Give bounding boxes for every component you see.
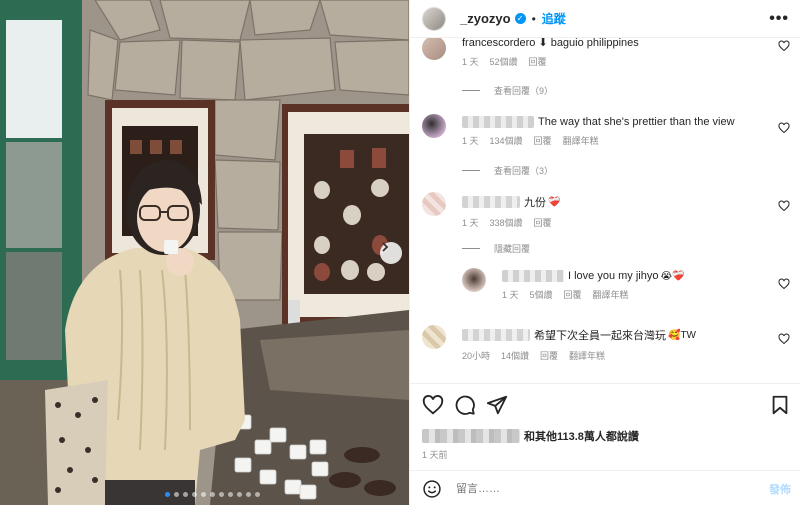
share-paper-plane-icon[interactable] (486, 394, 508, 416)
heart-icon[interactable] (778, 200, 790, 212)
comment-time: 1 天 (502, 290, 519, 300)
comment-meta: 1 天 52個讚 回覆 (462, 55, 768, 68)
comments-list: francescordero ⬇ baguio philippines 1 天 … (410, 38, 800, 383)
commenter-username-blurred[interactable] (462, 116, 534, 128)
likes-summary[interactable]: 和其他113.8萬人都說讚 (422, 428, 639, 444)
carousel-dot (201, 492, 206, 497)
verified-badge-icon: ✓ (514, 13, 526, 24)
comment-text-row: 希望下次全員一起來台灣玩 🥰TW (462, 327, 768, 343)
post-comment-button[interactable]: 發佈 (769, 481, 791, 497)
comment-likes[interactable]: 52個讚 (490, 55, 518, 68)
carousel-dot (219, 492, 224, 497)
comment-emoji: 🥰TW (668, 329, 696, 341)
comment-emoji: ❤️‍🩹 (548, 196, 561, 208)
translate-button[interactable]: 翻譯年糕 (593, 288, 629, 301)
comment-body: francescordero ⬇ baguio philippines 1 天 … (462, 38, 768, 68)
heart-icon[interactable] (778, 278, 790, 290)
heart-icon[interactable] (778, 333, 790, 345)
view-replies-button[interactable]: 查看回覆（3） (462, 164, 553, 177)
commenter-username-blurred[interactable] (502, 270, 564, 282)
commenter-avatar[interactable] (422, 192, 446, 216)
comment-body: The way that she's prettier than the vie… (462, 116, 768, 147)
separator-dot: • (531, 11, 536, 26)
carousel-dot (174, 492, 179, 497)
chevron-right-icon (382, 242, 389, 252)
comment-body: 希望下次全員一起來台灣玩 🥰TW 20小時 14個讚 回覆 翻譯年糕 (462, 327, 768, 362)
comment-time: 1 天 (462, 57, 479, 67)
add-comment-bar: 發佈 (410, 470, 800, 505)
view-replies-button[interactable]: 查看回覆（9） (462, 84, 553, 97)
author-avatar[interactable] (422, 6, 446, 31)
comment-text-row: 九份 ❤️‍🩹 (462, 194, 768, 210)
comment-likes[interactable]: 14個讚 (501, 349, 529, 362)
comment-time: 1 天 (462, 218, 479, 228)
carousel-dot (228, 492, 233, 497)
bookmark-icon[interactable] (769, 394, 791, 416)
hide-replies-button[interactable]: 隱藏回覆 (462, 242, 530, 255)
heart-icon[interactable] (778, 122, 790, 134)
comment-bubble-icon[interactable] (454, 394, 476, 416)
comment-text-row: I love you my jihyo 😭❤️‍🩹 (502, 270, 768, 282)
translate-button[interactable]: 翻譯年糕 (569, 349, 605, 362)
author-username[interactable]: _zyozyo (460, 11, 511, 26)
commenter-avatar[interactable] (462, 268, 486, 292)
follow-button[interactable]: 追蹤 (542, 10, 566, 27)
more-options-icon[interactable]: ••• (769, 10, 789, 28)
emoji-smile-icon[interactable] (422, 479, 442, 499)
comment-text: I love you my jihyo (568, 270, 659, 282)
comment-likes[interactable]: 338個讚 (490, 216, 523, 229)
carousel-dot (210, 492, 215, 497)
commenter-username-blurred[interactable] (462, 329, 530, 341)
reply-button[interactable]: 回覆 (534, 134, 552, 147)
commenter-avatar[interactable] (422, 325, 446, 349)
post-actions: 和其他113.8萬人都說讚 1 天前 發佈 (410, 383, 800, 505)
reply-button[interactable]: 回覆 (534, 216, 552, 229)
carousel-dot (183, 492, 188, 497)
comment-time: 20小時 (462, 351, 491, 361)
reply-button[interactable]: 回覆 (564, 288, 582, 301)
commenter-username-blurred[interactable] (462, 196, 520, 208)
comment-text: The way that she's prettier than the vie… (538, 116, 735, 128)
comment-text-row: The way that she's prettier than the vie… (462, 116, 768, 128)
comment-input[interactable] (456, 482, 736, 495)
post-photo (0, 0, 409, 505)
comment-meta: 1 天 134個讚 回覆 翻譯年糕 (462, 134, 768, 147)
post-date: 1 天前 (422, 450, 448, 460)
carousel-indicator (165, 492, 260, 497)
comment-likes[interactable]: 134個讚 (490, 134, 523, 147)
post-header: _zyozyo ✓ • 追蹤 ••• (410, 0, 800, 38)
like-heart-icon[interactable] (422, 394, 444, 416)
comment-emoji: 😭❤️‍🩹 (660, 270, 685, 282)
comment-meta: 1 天 338個讚 回覆 (462, 216, 768, 229)
carousel-dot (237, 492, 242, 497)
carousel-dot (165, 492, 170, 497)
comment-time: 1 天 (462, 136, 479, 146)
photo-scene (0, 0, 409, 505)
comment-body: 九份 ❤️‍🩹 1 天 338個讚 回覆 (462, 194, 768, 229)
reply-button[interactable]: 回覆 (529, 55, 547, 68)
comment-text: 九份 (524, 197, 546, 209)
commenter-avatar[interactable] (422, 38, 446, 60)
comment-text: 希望下次全員一起來台灣玩 (534, 330, 666, 342)
carousel-dot (192, 492, 197, 497)
comment-body: I love you my jihyo 😭❤️‍🩹 1 天 5個讚 回覆 翻譯年… (502, 270, 768, 301)
comment-likes[interactable]: 5個讚 (530, 288, 553, 301)
carousel-dot (255, 492, 260, 497)
translate-button[interactable]: 翻譯年糕 (563, 134, 599, 147)
comment-meta: 20小時 14個讚 回覆 翻譯年糕 (462, 349, 768, 362)
post-detail-panel: _zyozyo ✓ • 追蹤 ••• francescordero ⬇ bagu… (409, 0, 800, 505)
likes-count-text: 和其他113.8萬人都說讚 (524, 431, 639, 443)
commenter-avatar[interactable] (422, 114, 446, 138)
carousel-dot (246, 492, 251, 497)
comment-meta: 1 天 5個讚 回覆 翻譯年糕 (502, 288, 768, 301)
liker-names-blurred (422, 429, 520, 443)
heart-icon[interactable] (778, 40, 790, 52)
reply-button[interactable]: 回覆 (540, 349, 558, 362)
comment-text: francescordero ⬇ baguio philippines (462, 38, 639, 49)
carousel-next-button[interactable] (380, 242, 402, 264)
